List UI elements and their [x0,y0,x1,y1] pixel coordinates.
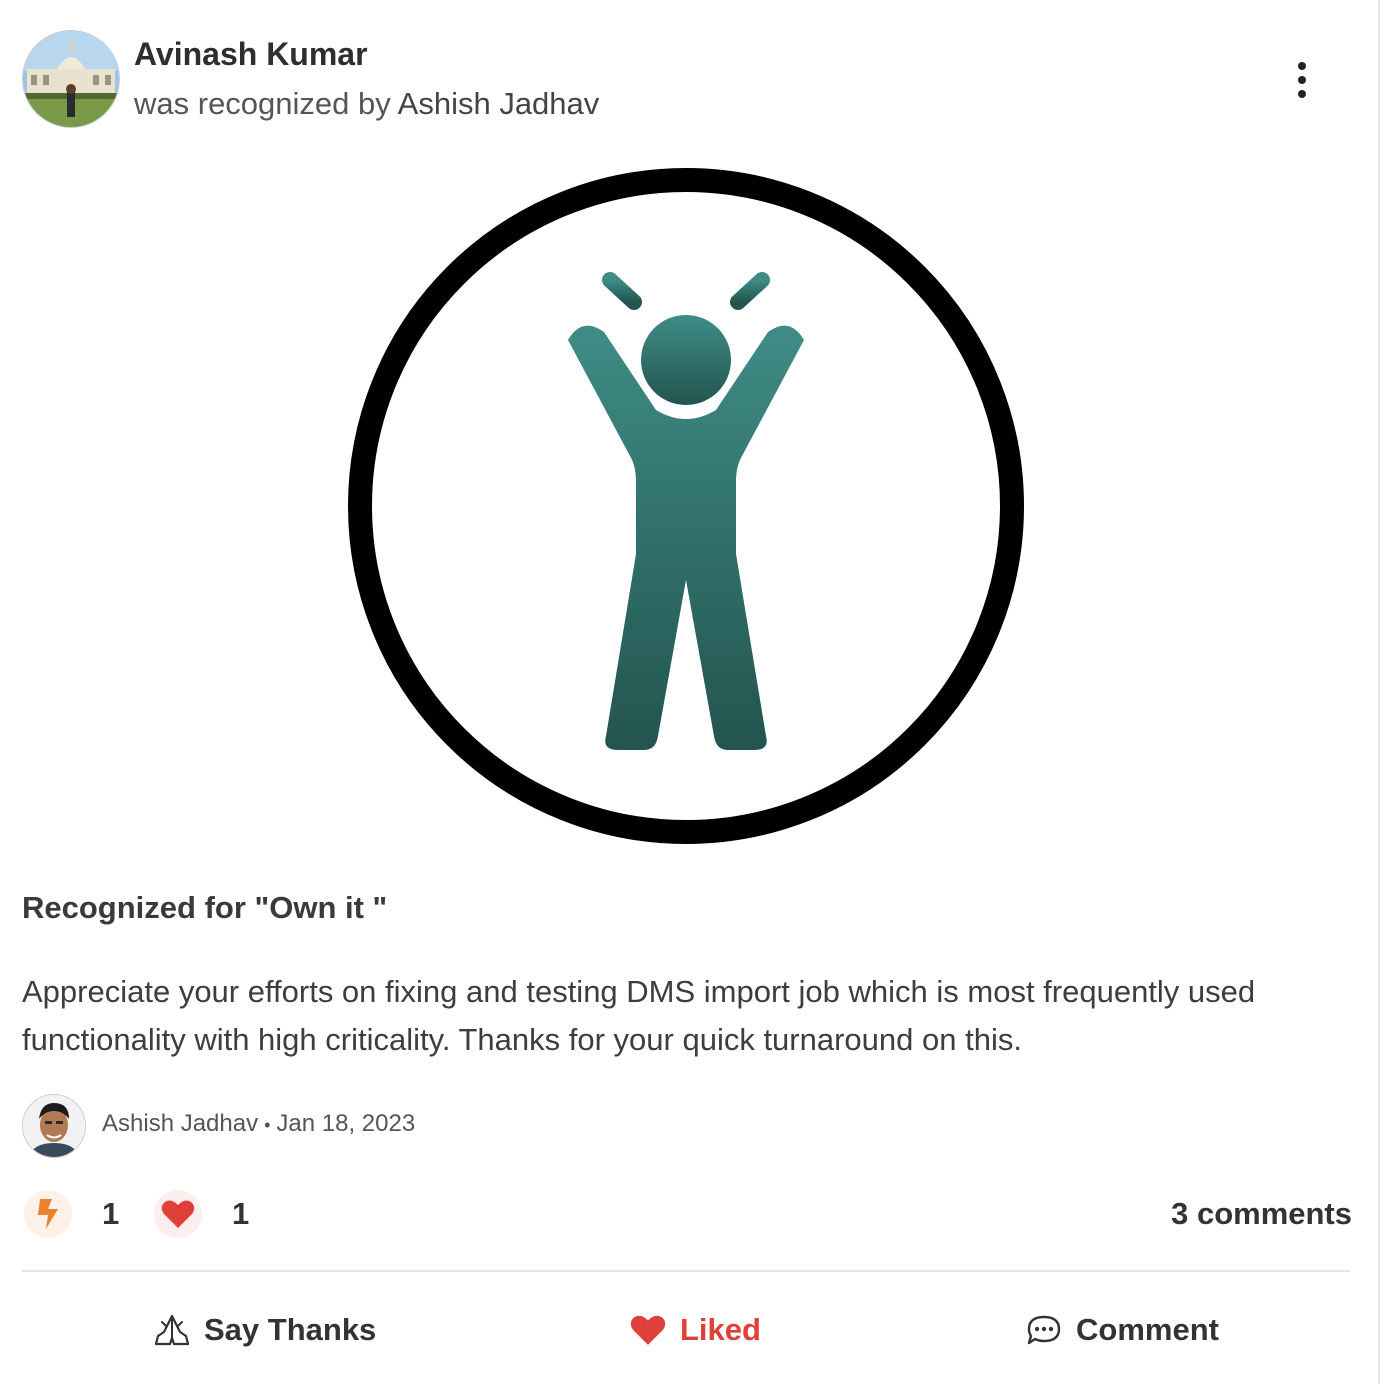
like-count: 1 [232,1196,250,1231]
actions-divider [22,1270,1350,1272]
author-row: Ashish Jadhav • Jan 18, 2023 [22,1094,622,1158]
recognition-subtitle: was recognized by Ashish Jadhav [134,86,599,122]
meta-separator: • [264,1115,271,1135]
post-date: Jan 18, 2023 [276,1110,416,1137]
say-thanks-label: Say Thanks [204,1312,377,1347]
boost-count: 1 [102,1196,120,1231]
more-options-icon[interactable] [1288,62,1316,98]
heart-icon [630,1314,666,1346]
reactions-bar: 1 1 3 comments [22,1186,1352,1242]
arms-raised-person-icon [348,168,1024,844]
recognition-message: Appreciate your efforts on fixing and te… [22,974,1256,1057]
actions-bar: Say Thanks Liked Comment [22,1300,1352,1360]
author-avatar[interactable] [22,1094,86,1158]
speech-bubble-icon [1026,1314,1062,1346]
author-meta: Ashish Jadhav • Jan 18, 2023 [102,1110,415,1138]
recognizer-name[interactable]: Ashish Jadhav [398,86,600,121]
recognition-reason: Recognized for "Own it " [22,890,388,925]
author-name[interactable]: Ashish Jadhav [102,1110,258,1137]
post-header: Avinash Kumar was recognized by Ashish J… [22,30,1352,128]
liked-label: Liked [680,1312,761,1347]
comments-count-link[interactable]: 3 comments [1171,1196,1352,1232]
praying-hands-icon [154,1314,190,1346]
comment-label: Comment [1076,1312,1219,1347]
heart-reaction-icon[interactable] [154,1190,202,1238]
recognition-card: Avinash Kumar was recognized by Ashish J… [0,0,1380,1384]
boost-reaction-icon[interactable] [24,1190,72,1238]
say-thanks-button[interactable]: Say Thanks [154,1300,376,1360]
recipient-avatar[interactable] [22,30,120,128]
comment-button[interactable]: Comment [1026,1300,1219,1360]
badge-image [346,166,1026,846]
subtitle-prefix: was recognized by [134,86,391,121]
liked-button[interactable]: Liked [630,1300,761,1360]
recipient-name[interactable]: Avinash Kumar [134,36,368,73]
